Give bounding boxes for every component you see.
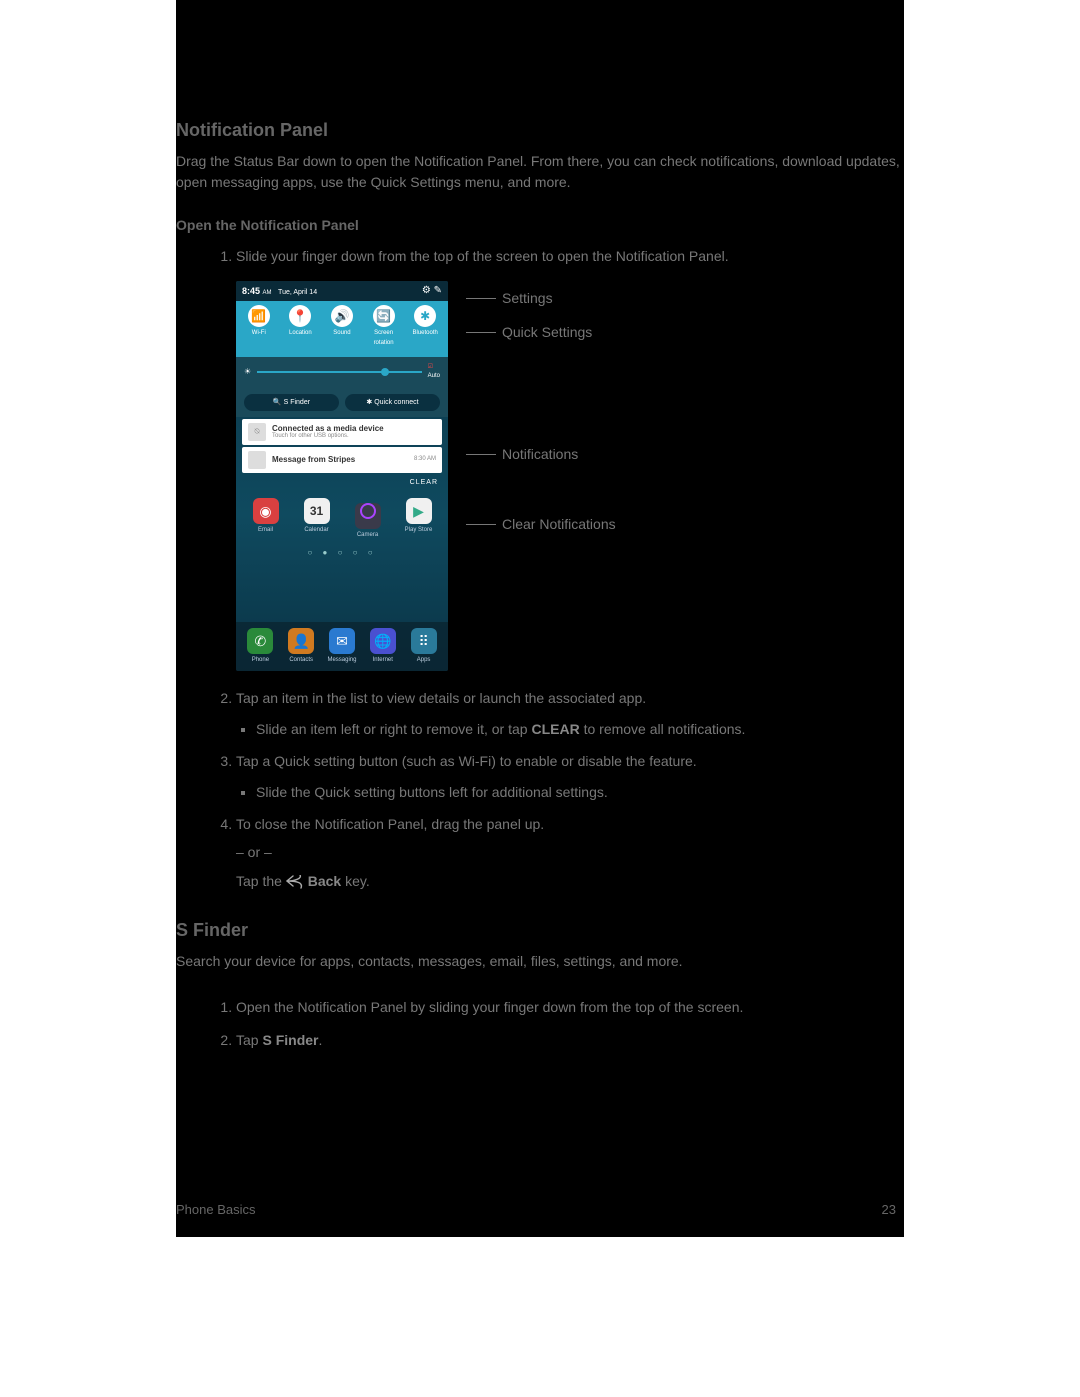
qs-location: 📍Location [284, 305, 318, 348]
intro-paragraph: Drag the Status Bar down to open the Not… [176, 151, 904, 193]
phone-screenshot: 8:45 AM Tue, April 14 ⚙ ✎ 📶Wi-Fi📍Locatio… [236, 281, 448, 671]
document-page: Notification Panel Drag the Status Bar d… [176, 0, 904, 1237]
status-time: 8:45 [242, 286, 260, 296]
contact-icon [248, 451, 266, 469]
dock-app-internet: 🌐Internet [366, 628, 400, 666]
notification-message: Message from Stripes 8:30 AM [242, 447, 442, 473]
quick-connect-button: ✱ Quick connect [345, 394, 440, 411]
notification-usb: ⍉ Connected as a media device Touch for … [242, 419, 442, 445]
dock-app-phone: ✆Phone [243, 628, 277, 666]
page-footer: Phone Basics 23 [176, 1202, 896, 1217]
qs-screen-rotation: 🔄Screen rotation [367, 305, 401, 348]
sfinder-intro: Search your device for apps, contacts, m… [176, 951, 904, 972]
step-3: Tap a Quick setting button (such as Wi-F… [236, 750, 880, 803]
section-title-notification-panel: Notification Panel [176, 120, 904, 141]
qs-sound: 🔊Sound [325, 305, 359, 348]
home-app-row: ◉Email 31Calendar Camera ▶Play Store [236, 492, 448, 543]
step-2: Tap an item in the list to view details … [236, 687, 880, 740]
dock: ✆Phone👤Contacts✉Messaging🌐Internet⠿Apps [236, 622, 448, 672]
clear-button: CLEAR [236, 475, 448, 492]
step-3-sub: Slide the Quick setting buttons left for… [256, 781, 880, 803]
qs-bluetooth: ✱Bluetooth [408, 305, 442, 348]
footer-page-number: 23 [882, 1202, 896, 1217]
dock-app-messaging: ✉Messaging [325, 628, 359, 666]
step-2-sub: Slide an item left or right to remove it… [256, 718, 880, 740]
dock-app-contacts: 👤Contacts [284, 628, 318, 666]
callout-settings: Settings [466, 287, 553, 309]
home-app-play-store: ▶Play Store [402, 498, 436, 541]
dock-app-apps: ⠿Apps [407, 628, 441, 666]
section-title-s-finder: S Finder [176, 920, 904, 941]
status-date: Tue, April 14 [278, 289, 317, 296]
step-4-back: Tap the Back key. [236, 870, 880, 892]
quick-settings-panel: 📶Wi-Fi📍Location🔊Sound🔄Screen rotation✱Bl… [236, 301, 448, 356]
s-finder-button: 🔍 S Finder [244, 394, 339, 411]
sfinder-steps: Open the Notification Panel by sliding y… [204, 996, 904, 1051]
brightness-icon: ☀ [244, 366, 251, 379]
footer-section: Phone Basics [176, 1202, 256, 1217]
back-key-icon [286, 875, 304, 889]
phone-statusbar: 8:45 AM Tue, April 14 ⚙ ✎ [236, 281, 448, 301]
brightness-row: ☀ ☑Auto [236, 357, 448, 388]
page-dots: ○ ● ○ ○ ○ [236, 543, 448, 564]
step-1: Slide your finger down from the top of t… [236, 245, 880, 673]
sfinder-step-2: Tap S Finder. [236, 1029, 880, 1051]
usb-icon: ⍉ [248, 423, 266, 441]
settings-gear-icon: ⚙ ✎ [422, 283, 442, 299]
sfinder-step-1: Open the Notification Panel by sliding y… [236, 996, 880, 1018]
home-app-calendar: 31Calendar [300, 498, 334, 541]
subheading-open-panel: Open the Notification Panel [176, 217, 904, 233]
qs-wi-fi: 📶Wi-Fi [242, 305, 276, 348]
callout-clear: Clear Notifications [466, 513, 616, 535]
phone-figure: 8:45 AM Tue, April 14 ⚙ ✎ 📶Wi-Fi📍Locatio… [236, 281, 656, 673]
home-app-camera: Camera [351, 498, 385, 541]
callout-quick-settings: Quick Settings [466, 321, 592, 343]
brightness-slider [257, 371, 421, 373]
callout-notifications: Notifications [466, 443, 578, 465]
step-4: To close the Notification Panel, drag th… [236, 813, 880, 892]
home-app-email: ◉Email [249, 498, 283, 541]
step-4-or: – or – [236, 841, 880, 863]
open-panel-steps: Slide your finger down from the top of t… [204, 245, 904, 892]
finder-connect-row: 🔍 S Finder ✱ Quick connect [236, 388, 448, 417]
